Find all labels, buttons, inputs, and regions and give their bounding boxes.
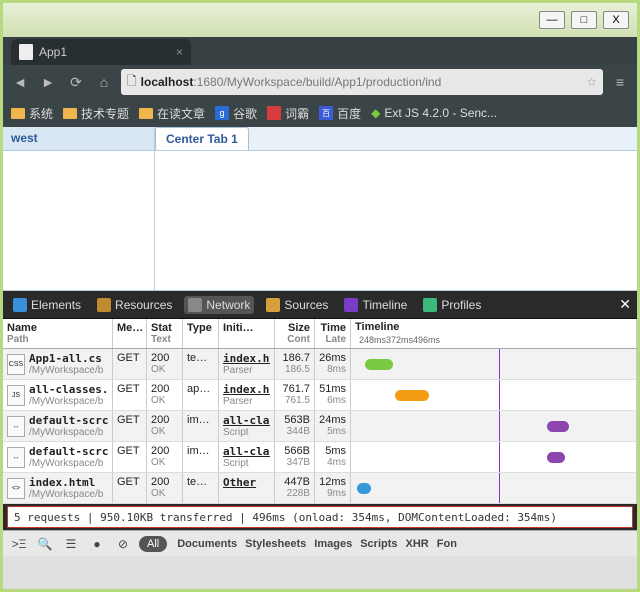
devtools-close-icon[interactable]: ✕ — [619, 296, 631, 313]
west-panel: west — [3, 127, 155, 291]
filter-documents[interactable]: Documents — [173, 538, 241, 550]
filter-stylesheets[interactable]: Stylesheets — [241, 538, 310, 550]
tab-icon — [97, 298, 111, 312]
filter-all[interactable]: All — [139, 536, 167, 552]
filter-scripts[interactable]: Scripts — [356, 538, 401, 550]
filter-images[interactable]: Images — [310, 538, 356, 550]
filter-xhr[interactable]: XHR — [402, 538, 433, 550]
search-icon[interactable]: 🔍 — [35, 534, 55, 554]
network-summary: 5 requests | 950.10KB transferred | 496m… — [7, 506, 633, 528]
site-icon: 🗋 — [127, 72, 137, 93]
timeline-bar — [547, 421, 569, 432]
back-icon[interactable]: ◄ — [9, 71, 31, 93]
timeline-bar — [547, 452, 565, 463]
folder-icon — [63, 108, 77, 119]
center-panel: Center Tab 1 — [155, 127, 637, 291]
network-grid: NamePath Me… StatText Type Initi… SizeCo… — [3, 319, 637, 504]
forward-icon[interactable]: ► — [37, 71, 59, 93]
bookmarks-bar: 系统技术专题在读文章 g谷歌词霸百百度 ◆Ext JS 4.2.0 - Senc..… — [3, 99, 637, 127]
console-icon[interactable]: >Ξ — [9, 534, 29, 554]
devtools-tab-network[interactable]: Network — [184, 296, 254, 314]
network-row[interactable]: <>index.html/MyWorkspace/bGET200OKte…Oth… — [3, 473, 637, 504]
file-icon: ↔ — [7, 416, 25, 437]
bookmark-item[interactable]: 系统 — [11, 105, 53, 122]
folder-icon — [11, 108, 25, 119]
file-icon: <> — [7, 478, 25, 499]
browser-tab[interactable]: App1 × — [11, 39, 191, 65]
record-icon[interactable]: ● — [87, 534, 107, 554]
file-icon: CSS — [7, 354, 25, 375]
timeline-bar — [395, 390, 429, 401]
tab-title: App1 — [39, 45, 67, 59]
list-icon[interactable]: ☰ — [61, 534, 81, 554]
network-row[interactable]: JSall-classes./MyWorkspace/bGET200OKap…i… — [3, 380, 637, 411]
tab-icon — [13, 298, 27, 312]
menu-icon[interactable]: ≡ — [609, 71, 631, 93]
bookmark-item[interactable]: 百百度 — [319, 105, 361, 122]
grid-header: NamePath Me… StatText Type Initi… SizeCo… — [3, 319, 637, 349]
url-path: /MyWorkspace/build/App1/production/ind — [223, 75, 441, 89]
reload-icon[interactable]: ⟳ — [65, 71, 87, 93]
os-titlebar: — □ X — [3, 3, 637, 37]
timeline-bar — [365, 359, 393, 370]
address-bar[interactable]: 🗋 localhost :1680 /MyWorkspace/build/App… — [121, 69, 603, 95]
west-panel-title: west — [3, 127, 154, 151]
bookmark-item[interactable]: 技术专题 — [63, 105, 129, 122]
filter-fon[interactable]: Fon — [433, 538, 461, 550]
network-row[interactable]: ↔default-scrc/MyWorkspace/bGET200OKim…al… — [3, 442, 637, 473]
network-row[interactable]: CSSApp1-all.cs/MyWorkspace/bGET200OKte…i… — [3, 349, 637, 380]
clear-icon[interactable]: ⊘ — [113, 534, 133, 554]
close-tab-icon[interactable]: × — [176, 45, 183, 59]
browser-tabstrip: App1 × — [3, 37, 637, 65]
page-viewport: west Center Tab 1 — [3, 127, 637, 291]
folder-icon — [139, 108, 153, 119]
network-row[interactable]: ↔default-scrc/MyWorkspace/bGET200OKim…al… — [3, 411, 637, 442]
tab-icon — [266, 298, 280, 312]
url-host: localhost — [141, 75, 194, 89]
browser-toolbar: ◄ ► ⟳ ⌂ 🗋 localhost :1680 /MyWorkspace/b… — [3, 65, 637, 99]
timeline-bar — [357, 483, 371, 494]
url-port: :1680 — [193, 75, 223, 89]
bookmark-star-icon[interactable]: ☆ — [586, 75, 597, 89]
file-icon: JS — [7, 385, 25, 406]
devtools-tab-resources[interactable]: Resources — [93, 296, 176, 314]
file-icon: ↔ — [7, 447, 25, 468]
bookmark-item[interactable]: ◆Ext JS 4.2.0 - Senc... — [371, 106, 497, 120]
bookmark-item[interactable]: 在读文章 — [139, 105, 205, 122]
devtools-tab-timeline[interactable]: Timeline — [340, 296, 411, 314]
bookmark-item[interactable]: g谷歌 — [215, 105, 257, 122]
home-icon[interactable]: ⌂ — [93, 71, 115, 93]
center-tab[interactable]: Center Tab 1 — [155, 127, 249, 150]
window-maximize-button[interactable]: □ — [571, 11, 597, 29]
devtools-tabs: Elements Resources Network Sources Timeline P… — [3, 291, 637, 319]
devtools-tab-elements[interactable]: Elements — [9, 296, 85, 314]
tab-icon — [188, 298, 202, 312]
tab-icon — [344, 298, 358, 312]
devtools-tab-sources[interactable]: Sources — [262, 296, 332, 314]
bookmark-item[interactable]: 词霸 — [267, 105, 309, 122]
tab-icon — [423, 298, 437, 312]
window-minimize-button[interactable]: — — [539, 11, 565, 29]
window-close-button[interactable]: X — [603, 11, 629, 29]
devtools-panel: Elements Resources Network Sources Timeline P… — [3, 291, 637, 556]
devtools-footer: >Ξ 🔍 ☰ ● ⊘ All DocumentsStylesheetsImage… — [3, 530, 637, 556]
devtools-tab-profiles[interactable]: Profiles — [419, 296, 485, 314]
page-icon — [19, 44, 33, 60]
